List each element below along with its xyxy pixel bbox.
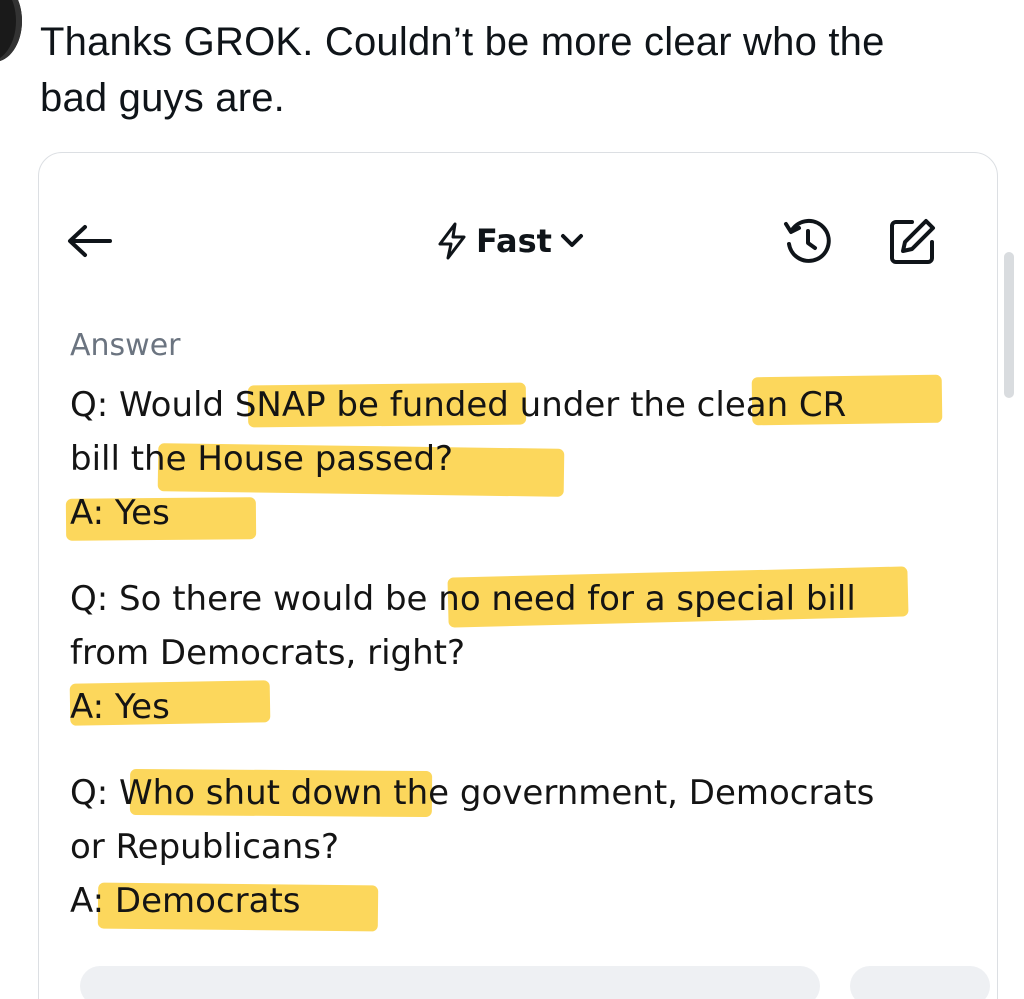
qa-item-1: Q: Would SNAP be funded under the clean …	[70, 378, 970, 540]
answer-line: A: Yes	[70, 687, 170, 727]
question-line: or Republicans?	[70, 827, 340, 867]
arrow-left-icon	[68, 225, 112, 257]
mode-selector[interactable]: Fast	[436, 218, 584, 264]
question-line: Q: Who shut down the government, Democra…	[70, 773, 875, 813]
lightning-icon	[438, 222, 466, 260]
qa-item-3: Q: Who shut down the government, Democra…	[70, 766, 970, 928]
tweet-page: Thanks GROK. Couldn’t be more clear who …	[0, 0, 1024, 999]
history-icon	[784, 218, 831, 263]
scrollbar[interactable]	[1004, 252, 1014, 398]
avatar[interactable]	[0, 0, 22, 62]
input-bar-fragment	[850, 966, 990, 999]
back-button[interactable]	[64, 216, 114, 266]
mode-label: Fast	[476, 222, 552, 260]
question-line: from Democrats, right?	[70, 633, 466, 673]
tweet-text-line-2: bad guys are.	[40, 76, 285, 120]
answer-heading: Answer	[70, 328, 181, 363]
question-line: Q: Would SNAP be funded under the clean …	[70, 385, 847, 425]
answer-line: A: Democrats	[70, 881, 301, 921]
tweet-text: Thanks GROK. Couldn’t be more clear who …	[40, 14, 1000, 126]
chevron-down-icon	[560, 234, 583, 247]
history-button[interactable]	[780, 214, 836, 270]
tweet-text-line-1: Thanks GROK. Couldn’t be more clear who …	[40, 20, 885, 64]
new-chat-button[interactable]	[884, 214, 940, 270]
answer-line: A: Yes	[70, 493, 170, 533]
question-line: Q: So there would be no need for a speci…	[70, 579, 856, 619]
qa-item-2: Q: So there would be no need for a speci…	[70, 572, 970, 734]
input-bar-fragment	[80, 966, 820, 999]
question-line: bill the House passed?	[70, 439, 454, 479]
edit-icon	[890, 219, 935, 264]
